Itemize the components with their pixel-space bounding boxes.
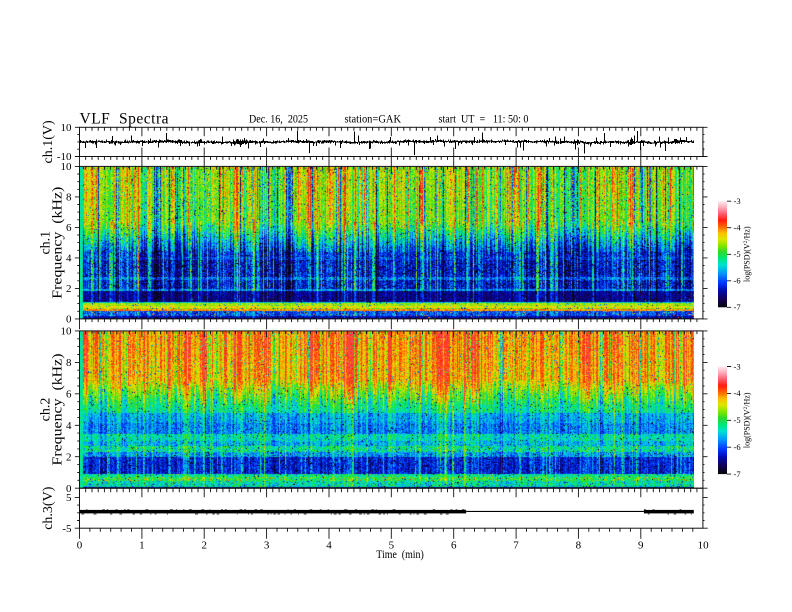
svg-text:-4: -4 bbox=[734, 223, 742, 233]
svg-text:-5: -5 bbox=[62, 523, 72, 535]
svg-text:-5: -5 bbox=[734, 415, 741, 425]
svg-text:-5: -5 bbox=[734, 249, 741, 259]
svg-text:4: 4 bbox=[326, 539, 332, 551]
svg-text:7: 7 bbox=[513, 539, 519, 551]
svg-text:10: 10 bbox=[61, 161, 73, 173]
svg-text:8: 8 bbox=[576, 539, 582, 551]
svg-text:10: 10 bbox=[698, 539, 710, 551]
svg-text:6: 6 bbox=[66, 222, 72, 234]
svg-text:log(PSD)(V2/Hz): log(PSD)(V2/Hz) bbox=[743, 392, 752, 448]
svg-text:4: 4 bbox=[66, 420, 72, 432]
svg-text:Frequency (kHz): Frequency (kHz) bbox=[51, 186, 66, 298]
svg-text:8: 8 bbox=[66, 357, 72, 369]
svg-text:8: 8 bbox=[66, 192, 72, 204]
svg-text:4: 4 bbox=[66, 253, 72, 265]
svg-text:-4: -4 bbox=[734, 388, 742, 398]
svg-text:ch.1(V): ch.1(V) bbox=[41, 120, 56, 163]
svg-text:-7: -7 bbox=[734, 302, 741, 312]
svg-text:10: 10 bbox=[61, 122, 73, 134]
svg-text:6: 6 bbox=[451, 539, 457, 551]
svg-text:Frequency (kHz): Frequency (kHz) bbox=[51, 353, 66, 465]
svg-text:5: 5 bbox=[66, 492, 72, 504]
svg-text:log(PSD)(V2/Hz): log(PSD)(V2/Hz) bbox=[743, 226, 752, 282]
svg-text:10: 10 bbox=[61, 326, 73, 338]
svg-text:0: 0 bbox=[66, 314, 72, 326]
svg-text:0: 0 bbox=[77, 539, 83, 551]
svg-text:Time (min): Time (min) bbox=[376, 549, 424, 561]
svg-text:Dec. 16, 2025: Dec. 16, 2025 bbox=[249, 111, 308, 125]
svg-text:9: 9 bbox=[638, 539, 644, 551]
svg-text:3: 3 bbox=[264, 539, 270, 551]
svg-text:2: 2 bbox=[201, 539, 207, 551]
svg-text:-6: -6 bbox=[734, 276, 741, 286]
svg-text:-3: -3 bbox=[734, 361, 741, 371]
svg-text:2: 2 bbox=[66, 451, 72, 463]
svg-text:1: 1 bbox=[139, 539, 145, 551]
svg-text:2: 2 bbox=[66, 283, 72, 295]
svg-text:ch.3(V): ch.3(V) bbox=[41, 486, 56, 529]
svg-text:-7: -7 bbox=[734, 469, 741, 479]
svg-text:station=GAK: station=GAK bbox=[345, 111, 402, 125]
svg-text:-6: -6 bbox=[734, 442, 741, 452]
svg-text:start UT = 11: 50: 0: start UT = 11: 50: 0 bbox=[439, 111, 529, 125]
svg-text:VLF Spectra: VLF Spectra bbox=[80, 111, 169, 128]
svg-text:-3: -3 bbox=[734, 196, 741, 206]
svg-text:6: 6 bbox=[66, 389, 72, 401]
